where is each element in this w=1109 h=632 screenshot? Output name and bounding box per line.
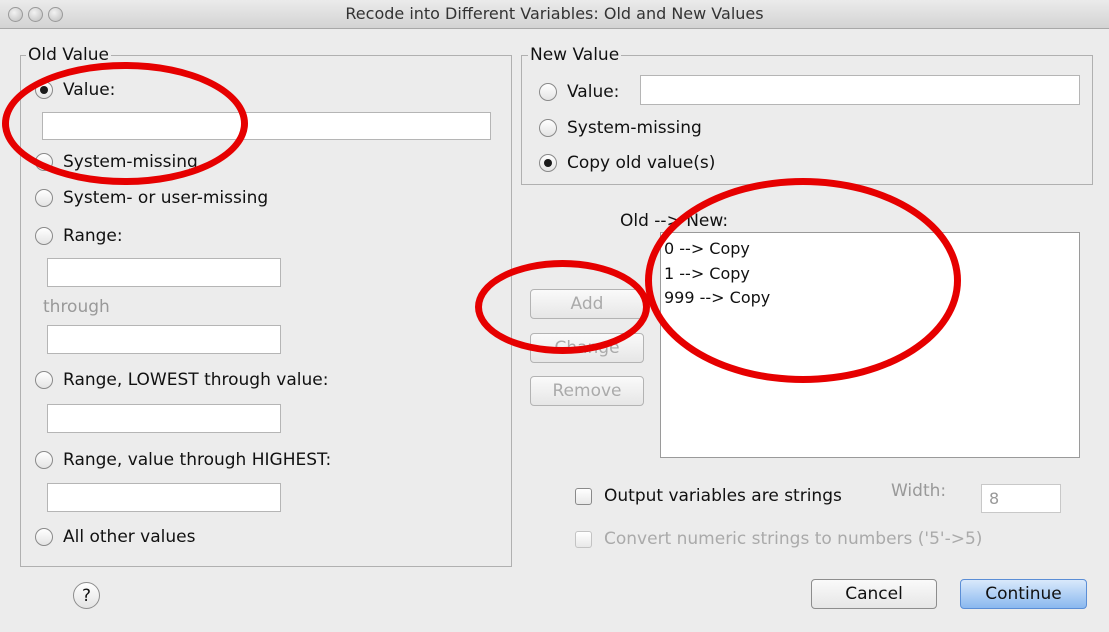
continue-button[interactable]: Continue <box>960 579 1087 609</box>
radio-selected-icon <box>35 81 53 99</box>
all-other-values-radio[interactable]: All other values <box>35 527 195 547</box>
old-system-or-user-missing-radio[interactable]: System- or user-missing <box>35 188 268 208</box>
new-system-missing-radio[interactable]: System-missing <box>539 118 702 138</box>
change-button[interactable]: Change <box>530 333 644 363</box>
radio-icon <box>35 451 53 469</box>
width-input[interactable]: 8 <box>981 484 1061 513</box>
radio-icon <box>539 83 557 101</box>
range-from-input[interactable] <box>47 258 281 287</box>
window-title: Recode into Different Variables: Old and… <box>345 4 764 23</box>
copy-old-values-radio[interactable]: Copy old value(s) <box>539 153 715 173</box>
radio-icon <box>35 371 53 389</box>
radio-icon <box>35 227 53 245</box>
range-lowest-radio[interactable]: Range, LOWEST through value: <box>35 370 328 390</box>
help-button[interactable]: ? <box>73 582 100 609</box>
width-label: Width: <box>891 481 947 501</box>
old-value-input[interactable] <box>42 112 491 140</box>
convert-numeric-checkbox[interactable]: Convert numeric strings to numbers ('5'-… <box>575 529 982 549</box>
title-bar: Recode into Different Variables: Old and… <box>0 0 1109 29</box>
old-new-list[interactable]: 0 --> Copy 1 --> Copy 999 --> Copy <box>660 232 1080 458</box>
range-highest-radio[interactable]: Range, value through HIGHEST: <box>35 450 331 470</box>
range-to-input[interactable] <box>47 325 281 354</box>
remove-button[interactable]: Remove <box>530 376 644 406</box>
checkbox-icon <box>575 530 592 548</box>
radio-icon <box>35 189 53 207</box>
new-value-legend: New Value <box>528 45 622 65</box>
checkbox-icon <box>575 487 592 505</box>
add-button[interactable]: Add <box>530 289 644 319</box>
cancel-button[interactable]: Cancel <box>811 579 937 609</box>
radio-icon <box>35 153 53 171</box>
old-new-label: Old --> New: <box>620 211 729 231</box>
range-lowest-input[interactable] <box>47 404 281 433</box>
radio-selected-icon <box>539 154 557 172</box>
range-highest-input[interactable] <box>47 483 281 512</box>
old-value-legend: Old Value <box>26 45 111 65</box>
list-item[interactable]: 0 --> Copy <box>664 239 750 258</box>
new-value-input[interactable] <box>640 75 1080 105</box>
old-range-radio[interactable]: Range: <box>35 226 123 246</box>
old-value-value-radio[interactable]: Value: <box>35 80 115 100</box>
radio-icon <box>539 119 557 137</box>
output-strings-checkbox[interactable]: Output variables are strings <box>575 486 842 506</box>
radio-icon <box>35 528 53 546</box>
list-item[interactable]: 1 --> Copy <box>664 264 750 283</box>
list-item[interactable]: 999 --> Copy <box>664 288 770 307</box>
new-value-value-radio[interactable]: Value: <box>539 82 619 102</box>
through-label: through <box>43 297 110 317</box>
old-system-missing-radio[interactable]: System-missing <box>35 152 198 172</box>
